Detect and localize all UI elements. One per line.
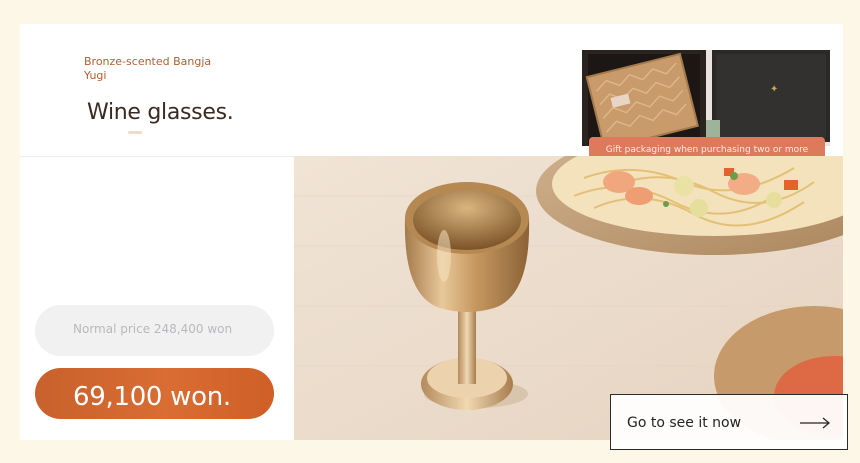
cta-label: Go to see it now <box>627 415 742 431</box>
go-to-see-button[interactable]: Go to see it now <box>610 394 848 450</box>
sale-price-pill: 69,100 won. <box>35 368 274 419</box>
gift-packaging-image: ✦ <box>582 50 830 146</box>
product-header: Bronze-scented Bangja Yugi Wine glasses. <box>20 24 843 164</box>
normal-price-text: Normal price 248,400 won <box>73 322 233 336</box>
arrow-right-icon <box>800 417 830 429</box>
normal-price-pill: Normal price 248,400 won <box>35 305 274 356</box>
brand-name: Bronze-scented Bangja Yugi <box>84 55 212 82</box>
svg-text:✦: ✦ <box>770 84 778 95</box>
sale-price-text: 69,100 won. <box>73 382 231 412</box>
product-card: Bronze-scented Bangja Yugi Wine glasses. <box>20 24 843 440</box>
title-accent <box>128 131 142 134</box>
product-title: Wine glasses. <box>87 100 234 125</box>
